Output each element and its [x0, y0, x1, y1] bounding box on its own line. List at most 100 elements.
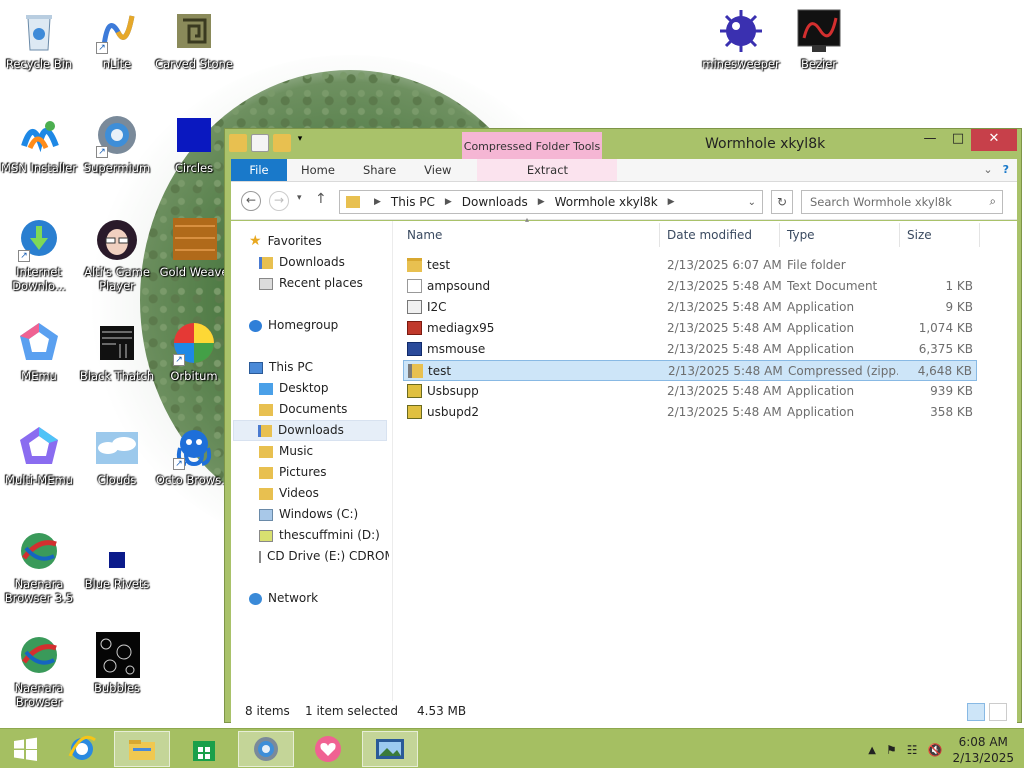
tab-extract[interactable]: Extract [477, 159, 618, 181]
file-row[interactable]: Usbsupp 2/13/2025 5:48 AM Application 93… [403, 381, 977, 402]
customize-qat-icon[interactable]: ▾ [295, 134, 305, 152]
file-row[interactable]: ampsound 2/13/2025 5:48 AM Text Document… [403, 276, 977, 297]
close-button[interactable]: ✕ [971, 129, 1017, 151]
desktop-icon-clouds[interactable]: Clouds [78, 424, 156, 487]
minimize-button[interactable]: — [917, 129, 943, 151]
nav-desktop[interactable]: Desktop [259, 378, 329, 399]
windows-logo-icon [14, 737, 37, 761]
breadcrumb-current[interactable]: Wormhole xkyl8k [555, 195, 658, 209]
show-hidden-icons-icon[interactable]: ▲ [868, 745, 876, 756]
desktop-icon-multi-memu[interactable]: Multi-MEmu [0, 424, 78, 487]
desktop-icon-nlite[interactable]: ↗ nLite [78, 8, 156, 71]
desktop-icon-msn-installer[interactable]: MSN Installer [0, 112, 78, 175]
nav-music[interactable]: Music [259, 441, 313, 462]
desktop-icon-carved-stone[interactable]: Carved Stone [155, 8, 233, 71]
file-row[interactable]: test 2/13/2025 6:07 AM File folder [403, 255, 977, 276]
search-input[interactable]: Search Wormhole xkyl8k ⌕ [801, 190, 1003, 214]
volume-muted-icon[interactable]: 🔇 [928, 743, 943, 757]
file-row[interactable]: mediagx95 2/13/2025 5:48 AM Application … [403, 318, 977, 339]
desktop-icon-memu[interactable]: MEmu [0, 320, 78, 383]
back-button[interactable]: ← [241, 191, 261, 211]
column-header-name[interactable]: Name [407, 221, 442, 249]
tab-file[interactable]: File [231, 159, 287, 181]
taskbar-file-explorer[interactable] [114, 731, 170, 767]
nav-videos[interactable]: Videos [259, 483, 319, 504]
desktop-icon-orbitum[interactable]: ↗ Orbitum [155, 320, 233, 383]
desktop-icon-circles[interactable]: Circles [155, 112, 233, 175]
taskbar-store[interactable] [176, 731, 232, 767]
nav-recent-places[interactable]: Recent places [259, 273, 363, 294]
address-bar[interactable]: ▶ This PC ▶ Downloads ▶ Wormhole xkyl8k … [339, 190, 763, 214]
column-header-size[interactable]: Size [907, 221, 932, 249]
forward-button[interactable]: → [269, 191, 289, 211]
clock[interactable]: 6:08 AM 2/13/2025 [952, 734, 1014, 766]
desktop-icon-idm[interactable]: ↗ Internet Downlo... [0, 216, 78, 293]
ribbon-tabs: File Home Share View Extract ⌄ ? [231, 159, 1017, 182]
desktop-icon-octo-browser[interactable]: ↗ Octo Brows... [155, 424, 233, 487]
desktop-icon-bubbles[interactable]: Bubbles [78, 632, 156, 695]
tab-view[interactable]: View [410, 159, 465, 181]
blue-rivets-icon [94, 548, 140, 574]
desktop-icon-label: Internet Downlo... [12, 265, 66, 293]
compressed-folder-tools-tab[interactable]: Compressed Folder Tools [462, 132, 602, 159]
new-folder-icon[interactable] [273, 134, 291, 152]
tab-share[interactable]: Share [349, 159, 410, 181]
details-view-icon[interactable] [967, 703, 985, 721]
column-header-type[interactable]: Type [787, 221, 815, 249]
cd-drive-icon [259, 550, 261, 563]
refresh-button[interactable]: ↻ [771, 190, 793, 214]
nav-favorites-downloads[interactable]: Downloads [259, 252, 345, 273]
properties-icon[interactable] [251, 134, 269, 152]
msn-icon [16, 112, 62, 158]
taskbar-image-viewer[interactable] [362, 731, 418, 767]
nav-pictures[interactable]: Pictures [259, 462, 327, 483]
action-center-flag-icon[interactable]: ⚑ [886, 743, 897, 757]
selection-info: 1 item selected [305, 704, 399, 718]
column-header-date[interactable]: Date modified [667, 221, 752, 249]
large-icons-view-icon[interactable] [989, 703, 1007, 721]
desktop-icon-game-player[interactable]: Alti's Game Player [78, 216, 156, 293]
tab-home[interactable]: Home [287, 159, 349, 181]
nav-drive-e[interactable]: CD Drive (E:) CDROM [259, 546, 389, 567]
taskbar-heart-app[interactable] [300, 731, 356, 767]
file-explorer-icon [129, 740, 155, 760]
file-row[interactable]: I2C 2/13/2025 5:48 AM Application 9 KB [403, 297, 977, 318]
expand-ribbon-icon[interactable]: ⌄ [983, 163, 992, 176]
bubbles-icon [94, 632, 140, 678]
file-row[interactable]: msmouse 2/13/2025 5:48 AM Application 6,… [403, 339, 977, 360]
maximize-button[interactable]: □ [945, 129, 971, 151]
nav-documents[interactable]: Documents [259, 399, 347, 420]
desktop-icon-naenara[interactable]: Naenara Browser [0, 632, 78, 709]
nav-homegroup[interactable]: Homegroup [249, 315, 338, 336]
breadcrumb-separator-icon: ▶ [444, 197, 452, 207]
address-dropdown-icon[interactable]: ⌄ [748, 197, 756, 208]
recent-locations-icon[interactable]: ▾ [297, 193, 302, 203]
nav-network[interactable]: Network [249, 588, 318, 609]
desktop-icon-naenara-35[interactable]: Naenara Browser 3.5 [0, 528, 78, 605]
file-row[interactable]: usbupd2 2/13/2025 5:48 AM Application 35… [403, 402, 977, 423]
store-icon [193, 741, 215, 761]
help-icon[interactable]: ? [1003, 163, 1009, 176]
nav-favorites[interactable]: ★ Favorites [249, 231, 322, 252]
up-button[interactable]: ↑ [315, 191, 327, 207]
taskbar-supermium[interactable] [238, 731, 294, 767]
breadcrumb-this-pc[interactable]: This PC [391, 195, 435, 209]
desktop-icon-black-thatch[interactable]: Black Thatch [78, 320, 156, 383]
desktop-icon-minesweeper[interactable]: minesweeper [702, 8, 780, 71]
file-row-selected[interactable]: test 2/13/2025 5:48 AM Compressed (zipp.… [403, 360, 977, 381]
nav-downloads[interactable]: Downloads [233, 420, 387, 441]
breadcrumb-downloads[interactable]: Downloads [462, 195, 528, 209]
nav-drive-c[interactable]: Windows (C:) [259, 504, 358, 525]
desktop-icon-blue-rivets[interactable]: Blue Rivets [78, 548, 156, 591]
start-button[interactable] [0, 731, 50, 767]
network-status-icon[interactable]: ☷ [907, 743, 918, 757]
nav-drive-d[interactable]: thescuffmini (D:) [259, 525, 380, 546]
desktop-icon-recycle-bin[interactable]: Recycle Bin [0, 8, 78, 71]
desktop-icon-supermium[interactable]: ↗ Supermium [78, 112, 156, 175]
pictures-folder-icon [259, 466, 273, 479]
nav-this-pc[interactable]: This PC [249, 357, 313, 378]
desktop-icon-gold-weave[interactable]: Gold Weave [155, 216, 233, 279]
desktop-icon-bezier[interactable]: Bezier [780, 8, 858, 71]
title-bar[interactable]: ▾ Compressed Folder Tools Wormhole xkyl8… [225, 129, 1021, 159]
taskbar-internet-explorer[interactable] [54, 731, 110, 767]
